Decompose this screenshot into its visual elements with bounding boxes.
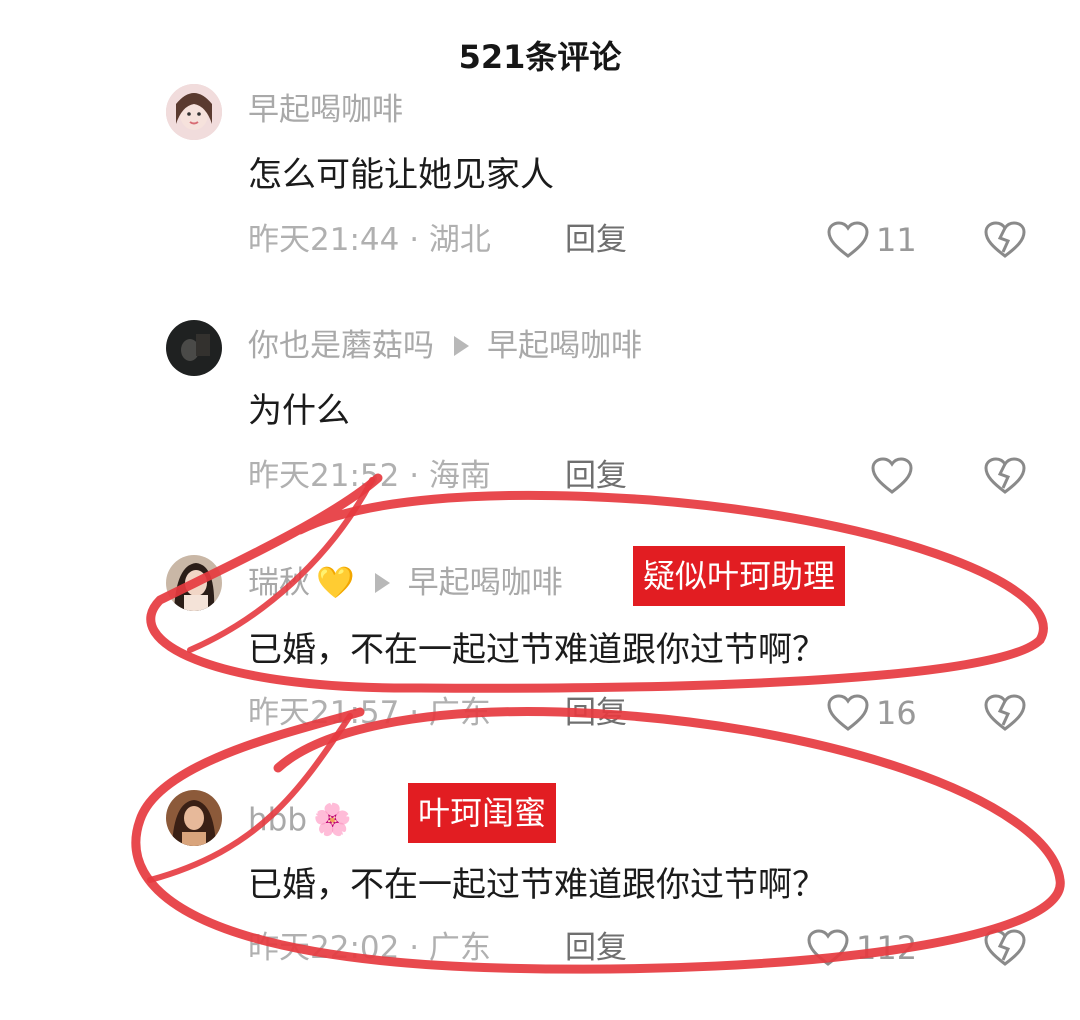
dislike-button[interactable]	[982, 218, 1028, 262]
like-count: 11	[876, 221, 917, 259]
comment-text: 已婚，不在一起过节难道跟你过节啊？	[248, 630, 826, 670]
like-button[interactable]: 11	[826, 218, 917, 262]
avatar[interactable]	[166, 790, 222, 846]
comment-time: 昨天21:57	[248, 695, 400, 731]
cherry-blossom-icon: 🌸	[313, 802, 352, 838]
comment-author[interactable]: 早起喝咖啡	[248, 90, 403, 130]
comment-meta: 昨天21:57 · 广东	[248, 692, 491, 734]
comment-author-line: 你也是蘑菇吗 早起喝咖啡	[248, 326, 642, 366]
broken-heart-icon	[984, 929, 1026, 966]
yellow-heart-icon: 💛	[316, 565, 355, 601]
separator-dot: ·	[409, 458, 429, 494]
separator-dot: ·	[409, 222, 429, 258]
reply-button[interactable]: 回复	[565, 219, 627, 261]
separator-dot: ·	[409, 695, 429, 731]
comment-author[interactable]: 你也是蘑菇吗	[248, 326, 434, 366]
reply-arrow-icon	[454, 336, 469, 356]
reply-button[interactable]: 回复	[565, 692, 627, 734]
comment-text: 已婚，不在一起过节难道跟你过节啊？	[248, 865, 826, 905]
heart-icon	[807, 929, 849, 966]
comment-author[interactable]: 瑞秋	[248, 563, 310, 603]
like-count: 112	[856, 929, 918, 967]
reply-to-user[interactable]: 早起喝咖啡	[408, 563, 563, 603]
comment-location: 湖北	[428, 222, 491, 258]
heart-icon	[871, 457, 913, 494]
comment-time: 昨天22:02	[248, 930, 400, 966]
comment-text: 为什么	[248, 391, 350, 431]
comment-item: 你也是蘑菇吗 早起喝咖啡 为什么 昨天21:52 · 海南 回复	[0, 320, 1080, 520]
comment-author-line: hbb 🌸	[248, 800, 352, 840]
comment-location: 广东	[428, 695, 491, 731]
like-button[interactable]	[870, 454, 920, 498]
dislike-button[interactable]	[982, 926, 1028, 970]
comment-time: 昨天21:52	[248, 458, 400, 494]
reply-button[interactable]: 回复	[565, 455, 627, 497]
comment-location: 广东	[428, 930, 491, 966]
separator-dot: ·	[409, 930, 429, 966]
like-count: 16	[876, 694, 917, 732]
annotation-tag-bestie: 叶珂闺蜜	[408, 783, 557, 843]
comment-author-line: 早起喝咖啡	[248, 90, 403, 130]
like-button[interactable]: 112	[806, 926, 917, 970]
comment-item: 早起喝咖啡 怎么可能让她见家人 昨天21:44 · 湖北 回复 11	[0, 84, 1080, 284]
reply-arrow-icon	[374, 573, 390, 593]
broken-heart-icon	[984, 221, 1026, 258]
avatar[interactable]	[166, 84, 222, 140]
avatar[interactable]	[166, 320, 222, 376]
broken-heart-icon	[984, 694, 1026, 731]
dislike-button[interactable]	[982, 454, 1028, 498]
comment-author-line: 瑞秋 💛 早起喝咖啡	[248, 563, 563, 603]
comments-count-title: 521条评论	[458, 38, 622, 76]
comment-meta: 昨天21:44 · 湖北	[248, 219, 491, 261]
broken-heart-icon	[984, 457, 1026, 494]
dislike-button[interactable]	[982, 691, 1028, 735]
comment-time: 昨天21:44	[248, 222, 400, 258]
avatar[interactable]	[166, 555, 222, 611]
comment-item: 瑞秋 💛 早起喝咖啡 已婚，不在一起过节难道跟你过节啊？ 昨天21:57 · 广…	[0, 555, 1080, 755]
comment-author[interactable]: hbb	[248, 800, 307, 840]
comment-meta: 昨天22:02 · 广东	[248, 927, 491, 969]
heart-icon	[827, 221, 869, 258]
comment-meta: 昨天21:52 · 海南	[248, 455, 491, 497]
heart-icon	[827, 694, 869, 731]
reply-to-user[interactable]: 早起喝咖啡	[487, 326, 642, 366]
annotation-tag-assistant: 疑似叶珂助理	[633, 546, 846, 606]
reply-button[interactable]: 回复	[565, 927, 627, 969]
comment-text: 怎么可能让她见家人	[248, 155, 554, 195]
comment-location: 海南	[428, 458, 491, 494]
like-button[interactable]: 16	[826, 691, 917, 735]
